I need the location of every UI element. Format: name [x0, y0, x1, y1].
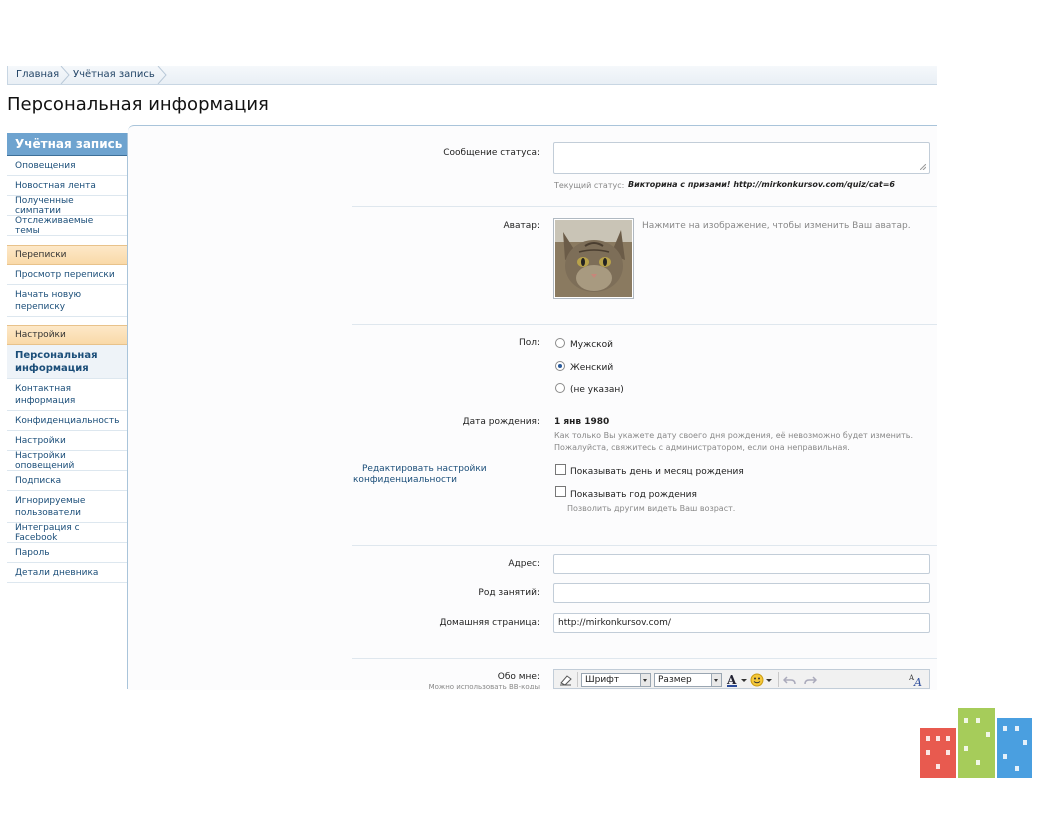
- show-year-checkbox[interactable]: [555, 486, 566, 497]
- divider: [352, 324, 937, 325]
- page-title: Персональная информация: [7, 94, 269, 115]
- svg-text:A: A: [726, 673, 737, 687]
- sidebar-item-diary-details[interactable]: Детали дневника: [7, 563, 127, 583]
- eraser-icon[interactable]: [559, 673, 573, 686]
- gender-radio-female[interactable]: [555, 361, 565, 371]
- homepage-label: Домашняя страница:: [439, 618, 540, 628]
- undo-icon[interactable]: [783, 673, 797, 687]
- size-select[interactable]: Размер: [654, 673, 722, 687]
- breadcrumb-account[interactable]: Учётная запись: [73, 69, 155, 80]
- redo-icon[interactable]: [803, 673, 817, 687]
- sidebar-item-new-message[interactable]: Начать новую переписку: [7, 285, 127, 317]
- occupation-label: Род занятий:: [478, 588, 540, 598]
- breadcrumb: Главная Учётная запись: [7, 66, 937, 85]
- avatar-label: Аватар:: [503, 221, 540, 231]
- status-textarea[interactable]: [553, 142, 930, 174]
- breadcrumb-arrow-icon: [157, 66, 167, 84]
- address-label: Адрес:: [508, 559, 540, 569]
- sidebar-item-facebook[interactable]: Интеграция с Facebook: [7, 523, 127, 543]
- breadcrumb-arrow-icon: [60, 66, 70, 84]
- gender-radio-male[interactable]: [555, 338, 565, 348]
- svg-text:A: A: [913, 676, 922, 687]
- gender-option-unspecified[interactable]: (не указан): [570, 385, 624, 395]
- sidebar: Учётная запись Оповещения Новостная лент…: [7, 133, 128, 689]
- sidebar-item-password[interactable]: Пароль: [7, 543, 127, 563]
- resize-grip-icon: [920, 164, 926, 170]
- address-input[interactable]: [553, 554, 930, 574]
- sidebar-item-alert-settings[interactable]: Настройки оповещений: [7, 451, 127, 471]
- text-color-icon[interactable]: A: [726, 673, 748, 687]
- chevron-down-icon: [640, 674, 650, 686]
- homepage-input[interactable]: http://mirkonkursov.com/: [553, 613, 930, 633]
- sidebar-item-signature[interactable]: Подписка: [7, 471, 127, 491]
- about-label: Обо мне:: [497, 672, 540, 682]
- sidebar-item-alerts[interactable]: Оповещения: [7, 156, 127, 176]
- font-select-label: Шрифт: [585, 675, 620, 685]
- watermark-logo-icon: [920, 708, 1032, 778]
- current-status-value: Викторина с призами! http://mirkonkursov…: [628, 180, 895, 189]
- toolbar-divider: [577, 672, 578, 687]
- show-year-hint: Позволить другим видеть Ваш возраст.: [567, 504, 736, 513]
- sidebar-item-news-feed[interactable]: Новостная лента: [7, 176, 127, 196]
- toggle-source-icon[interactable]: AA: [909, 673, 925, 687]
- sidebar-item-privacy[interactable]: Конфиденциальность: [7, 411, 127, 431]
- sidebar-item-ignored-users[interactable]: Игнорируемые пользователи: [7, 491, 127, 523]
- toolbar-divider: [778, 672, 779, 687]
- gender-radio-unspecified[interactable]: [555, 383, 565, 393]
- rich-text-toolbar: Шрифт Размер A AA: [553, 669, 930, 689]
- birthday-label: Дата рождения:: [462, 417, 540, 427]
- avatar[interactable]: [553, 218, 634, 299]
- chevron-down-icon: [711, 674, 721, 686]
- main-panel: [128, 125, 937, 690]
- birthday-hint-line1: Как только Вы укажете дату своего дня ро…: [554, 431, 913, 440]
- status-label: Сообщение статуса:: [443, 148, 540, 158]
- font-select[interactable]: Шрифт: [581, 673, 651, 687]
- breadcrumb-home[interactable]: Главная: [16, 69, 59, 80]
- show-day-month-checkbox[interactable]: [555, 464, 566, 475]
- sidebar-item-personal-info[interactable]: Персональная информация: [7, 345, 127, 379]
- occupation-input[interactable]: [553, 583, 930, 603]
- gender-option-male[interactable]: Мужской: [570, 340, 613, 350]
- gender-option-female[interactable]: Женский: [570, 363, 613, 373]
- divider: [352, 545, 937, 546]
- sidebar-item-contact-info[interactable]: Контактная информация: [7, 379, 127, 411]
- show-day-month-label[interactable]: Показывать день и месяц рождения: [570, 467, 744, 477]
- avatar-hint: Нажмите на изображение, чтобы изменить В…: [642, 221, 911, 231]
- sidebar-item-watched-threads[interactable]: Отслеживаемые темы: [7, 216, 127, 236]
- show-year-label[interactable]: Показывать год рождения: [570, 490, 697, 500]
- sidebar-group-messages: Переписки: [7, 245, 127, 265]
- cat-avatar-image[interactable]: [555, 220, 632, 297]
- sidebar-group-settings: Настройки: [7, 325, 127, 345]
- sidebar-header[interactable]: Учётная запись: [7, 133, 127, 156]
- smiley-icon[interactable]: [750, 673, 774, 687]
- birthday-value: 1 янв 1980: [554, 417, 610, 427]
- current-status-label: Текущий статус:: [554, 181, 625, 190]
- divider: [352, 206, 937, 207]
- gender-label: Пол:: [518, 338, 540, 348]
- sidebar-item-likes[interactable]: Полученные симпатии: [7, 196, 127, 216]
- sidebar-item-view-messages[interactable]: Просмотр переписки: [7, 265, 127, 285]
- size-select-label: Размер: [658, 675, 692, 685]
- divider: [352, 658, 937, 659]
- edit-privacy-link-line2[interactable]: конфиденциальности: [353, 475, 457, 485]
- about-hint: Можно использовать BB-коды: [428, 683, 540, 689]
- edit-privacy-link[interactable]: Редактировать настройки: [362, 464, 487, 474]
- sidebar-item-preferences[interactable]: Настройки: [7, 431, 127, 451]
- birthday-hint-line2: Пожалуйста, свяжитесь с администратором,…: [554, 443, 850, 452]
